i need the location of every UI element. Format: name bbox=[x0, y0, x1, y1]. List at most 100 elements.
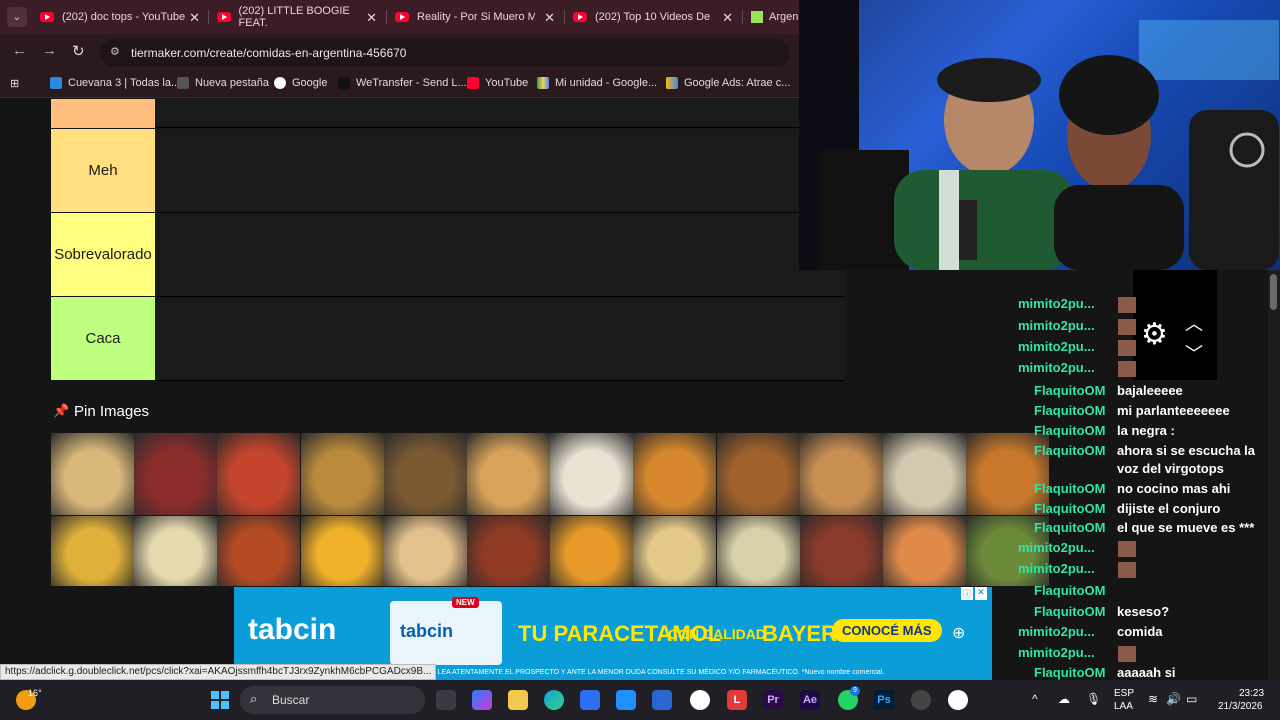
tier-label-top[interactable] bbox=[51, 99, 155, 128]
food-image[interactable] bbox=[467, 516, 550, 586]
input-language[interactable]: ESP bbox=[1114, 688, 1134, 699]
tier-row-caca[interactable] bbox=[155, 297, 845, 381]
chat-username[interactable]: mimito2pu... bbox=[1018, 360, 1095, 375]
tier-row-sobrevalorado[interactable] bbox=[155, 213, 845, 297]
tab-5[interactable]: Argen bbox=[751, 6, 799, 28]
copilot-icon[interactable] bbox=[472, 690, 492, 710]
edge-icon[interactable] bbox=[544, 690, 564, 710]
bookmark-new-tab[interactable]: Nueva pestaña bbox=[177, 77, 269, 89]
chat-username[interactable]: FlaquitoOM bbox=[1034, 403, 1106, 418]
chat-username[interactable]: mimito2pu... bbox=[1018, 645, 1095, 660]
cloud-icon[interactable]: ☁ bbox=[1058, 692, 1070, 706]
clock-time[interactable]: 23:23 bbox=[1239, 688, 1264, 699]
chat-username[interactable]: mimito2pu... bbox=[1018, 318, 1095, 333]
food-image[interactable] bbox=[883, 433, 966, 515]
chrome-profile-icon[interactable] bbox=[948, 690, 968, 710]
tab-search-dropdown[interactable]: ⌄ bbox=[7, 7, 27, 27]
tier-label-meh[interactable]: Meh bbox=[51, 129, 155, 212]
close-icon[interactable]: ✕ bbox=[366, 10, 377, 26]
ad-cta-button[interactable]: CONOCÉ MÁS bbox=[832, 619, 942, 642]
file-explorer-icon[interactable] bbox=[508, 690, 528, 710]
l-app-icon[interactable]: L bbox=[727, 690, 747, 710]
food-image[interactable] bbox=[633, 516, 717, 586]
close-icon[interactable]: ✕ bbox=[722, 10, 733, 26]
food-image[interactable] bbox=[716, 433, 800, 515]
bookmark-drive[interactable]: Mi unidad - Google... bbox=[537, 77, 657, 89]
wifi-icon[interactable]: ≋ bbox=[1148, 692, 1158, 706]
microphone-icon[interactable]: 🎙 bbox=[1086, 692, 1101, 706]
chat-username[interactable]: FlaquitoOM bbox=[1034, 665, 1106, 680]
tab-4[interactable]: (202) Top 10 Videos De FAI ✕ bbox=[573, 6, 733, 28]
tier-label-caca[interactable]: Caca bbox=[51, 297, 155, 380]
input-layout[interactable]: LAA bbox=[1114, 701, 1133, 712]
chat-username[interactable]: mimito2pu... bbox=[1018, 339, 1095, 354]
reload-icon[interactable]: ↻ bbox=[72, 42, 85, 60]
after-effects-icon[interactable]: Ae bbox=[800, 690, 820, 710]
close-icon[interactable]: ✕ bbox=[544, 10, 555, 26]
close-icon[interactable]: ✕ bbox=[189, 10, 200, 26]
food-image[interactable] bbox=[217, 516, 301, 586]
photoshop-icon[interactable]: Ps bbox=[874, 690, 894, 710]
chat-username[interactable]: mimito2pu... bbox=[1018, 624, 1095, 639]
food-image[interactable] bbox=[883, 516, 966, 586]
chrome-icon[interactable] bbox=[690, 690, 710, 710]
clock-date[interactable]: 21/3/2026 bbox=[1218, 701, 1263, 712]
chevron-up-icon[interactable]: ︿ bbox=[1185, 310, 1203, 336]
tab-3[interactable]: Reality - Por Si Muero Maña ✕ bbox=[395, 6, 555, 28]
chat-username[interactable]: mimito2pu... bbox=[1018, 296, 1095, 311]
chevron-up-icon[interactable]: ^ bbox=[1032, 692, 1038, 706]
ad-close-icon[interactable]: ✕ bbox=[975, 587, 987, 600]
bookmark-google[interactable]: Google bbox=[274, 77, 327, 89]
chat-username[interactable]: FlaquitoOM bbox=[1034, 481, 1106, 496]
food-image[interactable] bbox=[383, 516, 467, 586]
mail-icon[interactable] bbox=[652, 690, 672, 710]
food-image[interactable] bbox=[799, 433, 883, 515]
volume-icon[interactable]: 🔊 bbox=[1166, 692, 1181, 706]
chat-username[interactable]: FlaquitoOM bbox=[1034, 501, 1106, 516]
chat-username[interactable]: mimito2pu... bbox=[1018, 540, 1095, 555]
food-image[interactable] bbox=[467, 433, 550, 515]
food-image[interactable] bbox=[550, 516, 634, 586]
app-icon[interactable] bbox=[616, 690, 636, 710]
battery-icon[interactable]: ▭ bbox=[1186, 692, 1197, 706]
apps-icon[interactable]: ⊞ bbox=[10, 77, 19, 90]
food-image[interactable] bbox=[300, 516, 384, 586]
premiere-icon[interactable]: Pr bbox=[763, 690, 783, 710]
bookmark-wetransfer[interactable]: WeTransfer - Send L... bbox=[338, 77, 467, 89]
chat-username[interactable]: FlaquitoOM bbox=[1034, 383, 1106, 398]
food-image[interactable] bbox=[633, 433, 717, 515]
chat-username[interactable]: FlaquitoOM bbox=[1034, 443, 1106, 458]
page-scrollbar[interactable] bbox=[1268, 270, 1280, 680]
food-image[interactable] bbox=[716, 516, 800, 586]
back-icon[interactable]: ← bbox=[12, 42, 27, 59]
gear-icon[interactable]: ⚙ bbox=[1141, 320, 1168, 350]
food-image[interactable] bbox=[134, 433, 218, 515]
chat-username[interactable]: FlaquitoOM bbox=[1034, 604, 1106, 619]
ad-info-icon[interactable]: ⓘ bbox=[961, 587, 973, 600]
chat-username[interactable]: FlaquitoOM bbox=[1034, 520, 1106, 535]
food-image[interactable] bbox=[134, 516, 218, 586]
site-info-icon[interactable]: ⚙ bbox=[110, 45, 124, 59]
bookmark-youtube[interactable]: YouTube bbox=[467, 77, 528, 89]
food-image[interactable] bbox=[550, 433, 634, 515]
scroll-thumb[interactable] bbox=[1270, 274, 1277, 310]
chat-username[interactable]: FlaquitoOM bbox=[1034, 583, 1106, 598]
food-image[interactable] bbox=[300, 433, 384, 515]
address-bar[interactable]: ⚙ tiermaker.com/create/comidas-en-argent… bbox=[100, 39, 790, 67]
tier-row-meh[interactable] bbox=[155, 129, 845, 213]
tier-label-sobrevalorado[interactable]: Sobrevalorado bbox=[51, 213, 155, 296]
tab-2[interactable]: (202) LITTLE BOOGIE FEAT. ✕ bbox=[217, 5, 377, 29]
food-image[interactable] bbox=[217, 433, 301, 515]
taskbar-search[interactable]: ⌕ Buscar bbox=[240, 686, 425, 714]
tab-1[interactable]: (202) doc tops - YouTube ✕ bbox=[40, 6, 200, 28]
bookmark-google-ads[interactable]: Google Ads: Atrae c... bbox=[666, 77, 790, 89]
bookmark-cuevana[interactable]: Cuevana 3 | Todas la... bbox=[50, 77, 180, 89]
chat-username[interactable]: FlaquitoOM bbox=[1034, 423, 1106, 438]
store-icon[interactable] bbox=[580, 690, 600, 710]
food-image[interactable] bbox=[51, 433, 134, 515]
task-view-icon[interactable] bbox=[436, 690, 456, 710]
forward-icon[interactable]: → bbox=[42, 42, 57, 59]
chat-username[interactable]: mimito2pu... bbox=[1018, 561, 1095, 576]
food-image[interactable] bbox=[383, 433, 467, 515]
windows-start-icon[interactable] bbox=[210, 690, 230, 710]
